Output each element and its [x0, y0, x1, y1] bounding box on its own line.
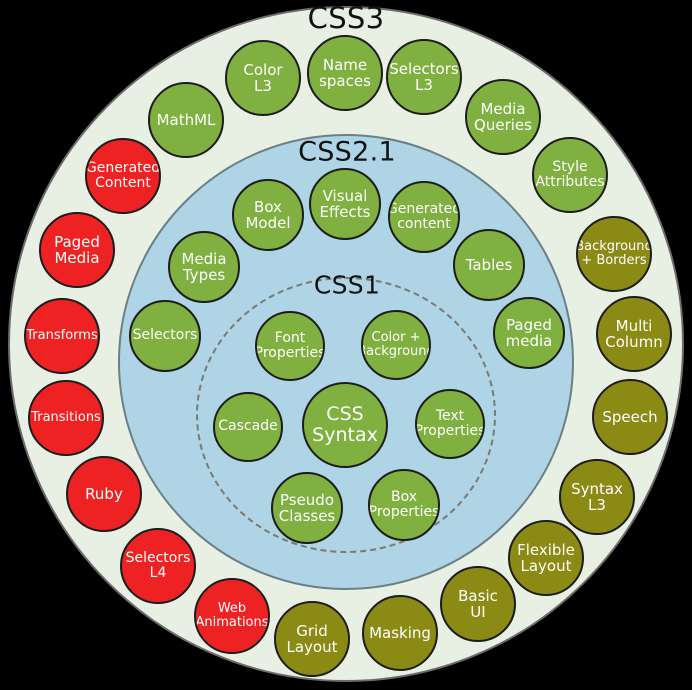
ring-label-css21: CSS2.1 — [298, 136, 396, 168]
feature-node[interactable]: MathML — [148, 82, 224, 158]
feature-node[interactable]: Media Types — [168, 231, 240, 303]
feature-node[interactable]: Generated content — [388, 181, 460, 253]
feature-node[interactable]: Multi Column — [596, 296, 672, 372]
feature-node-label: Media Types — [181, 249, 227, 284]
feature-node-label: Syntax L3 — [571, 479, 623, 514]
feature-node[interactable]: Selectors L4 — [120, 528, 196, 604]
feature-node[interactable]: Box Model — [232, 179, 304, 251]
feature-node-label: Color + Background — [361, 329, 431, 359]
feature-node[interactable]: Pseudo Classes — [271, 472, 343, 544]
feature-node-label: Visual Effects — [319, 186, 371, 221]
feature-node[interactable]: Masking — [362, 595, 438, 671]
feature-node-label: Selectors L4 — [125, 549, 191, 581]
feature-node-label: Web Animations — [195, 600, 269, 630]
feature-node-label: Speech — [602, 407, 658, 426]
feature-node-label: Multi Column — [605, 316, 663, 351]
feature-node-label: Selectors — [132, 327, 198, 344]
feature-node[interactable]: Color L3 — [225, 40, 301, 116]
feature-node-label: Generated Content — [85, 159, 161, 191]
feature-node[interactable]: Transitions — [28, 380, 104, 456]
ring-label-css1: CSS1 — [313, 270, 381, 300]
feature-node-label: Generated content — [388, 200, 460, 232]
feature-node-label: Paged media — [505, 315, 553, 350]
feature-node-label: Pseudo Classes — [278, 490, 336, 525]
feature-node[interactable]: Box Properties — [368, 469, 440, 541]
feature-node-label: Tables — [465, 255, 513, 274]
css-venn-diagram: CSS3 CSS2.1 CSS1 MathML Color L3 Name spac… — [0, 0, 692, 690]
feature-node[interactable]: Basic UI — [440, 566, 516, 642]
feature-node[interactable]: Tables — [453, 229, 525, 301]
feature-node-label: Masking — [369, 623, 431, 642]
feature-node-label: Basic UI — [458, 586, 498, 621]
feature-node-label: Selectors L3 — [389, 59, 459, 94]
feature-node[interactable]: Syntax L3 — [559, 459, 635, 535]
feature-node[interactable]: Name spaces — [307, 35, 383, 111]
feature-node[interactable]: Selectors L3 — [386, 39, 462, 115]
feature-node-label: Text Properties — [415, 407, 485, 439]
feature-node[interactable]: Text Properties — [415, 389, 485, 459]
feature-node[interactable]: Speech — [592, 379, 668, 455]
feature-node[interactable]: Background + Borders — [576, 216, 652, 292]
feature-node[interactable]: Web Animations — [194, 578, 270, 654]
feature-node[interactable]: Grid Layout — [274, 601, 350, 677]
feature-node-label: Transforms — [26, 327, 98, 343]
feature-node-label: Box Model — [245, 197, 291, 232]
feature-node[interactable]: Media Queries — [465, 79, 541, 155]
feature-node-label: Media Queries — [474, 99, 532, 134]
feature-node-label: Grid Layout — [286, 621, 338, 656]
feature-node-label: Style Attributes — [535, 158, 605, 190]
feature-node-label: Paged Media — [54, 232, 100, 267]
feature-node[interactable]: Cascade — [213, 392, 283, 462]
feature-node-label: CSS Syntax — [312, 403, 378, 446]
feature-node-label: Ruby — [85, 484, 123, 503]
ring-label-css3: CSS3 — [307, 1, 385, 35]
feature-node[interactable]: CSS Syntax — [302, 382, 388, 468]
feature-node[interactable]: Flexible Layout — [508, 520, 584, 596]
feature-node[interactable]: Ruby — [66, 456, 142, 532]
feature-node[interactable]: Color + Background — [361, 310, 431, 380]
feature-node-label: Font Properties — [255, 329, 325, 361]
feature-node[interactable]: Style Attributes — [532, 137, 608, 213]
feature-node[interactable]: Transforms — [24, 298, 100, 374]
feature-node[interactable]: Font Properties — [255, 311, 325, 381]
feature-node-label: Flexible Layout — [517, 540, 575, 575]
feature-node[interactable]: Paged Media — [39, 212, 115, 288]
feature-node[interactable]: Paged media — [493, 297, 565, 369]
feature-node-label: Name spaces — [319, 55, 371, 90]
feature-node-label: Box Properties — [368, 488, 440, 520]
feature-node[interactable]: Visual Effects — [309, 168, 381, 240]
feature-node-label: Color L3 — [243, 60, 283, 95]
feature-node-label: MathML — [156, 110, 216, 129]
feature-node-label: Background + Borders — [576, 238, 652, 268]
feature-node-label: Cascade — [218, 418, 278, 435]
feature-node[interactable]: Selectors — [129, 300, 201, 372]
feature-node[interactable]: Generated Content — [85, 138, 161, 214]
feature-node-label: Transitions — [31, 409, 101, 425]
